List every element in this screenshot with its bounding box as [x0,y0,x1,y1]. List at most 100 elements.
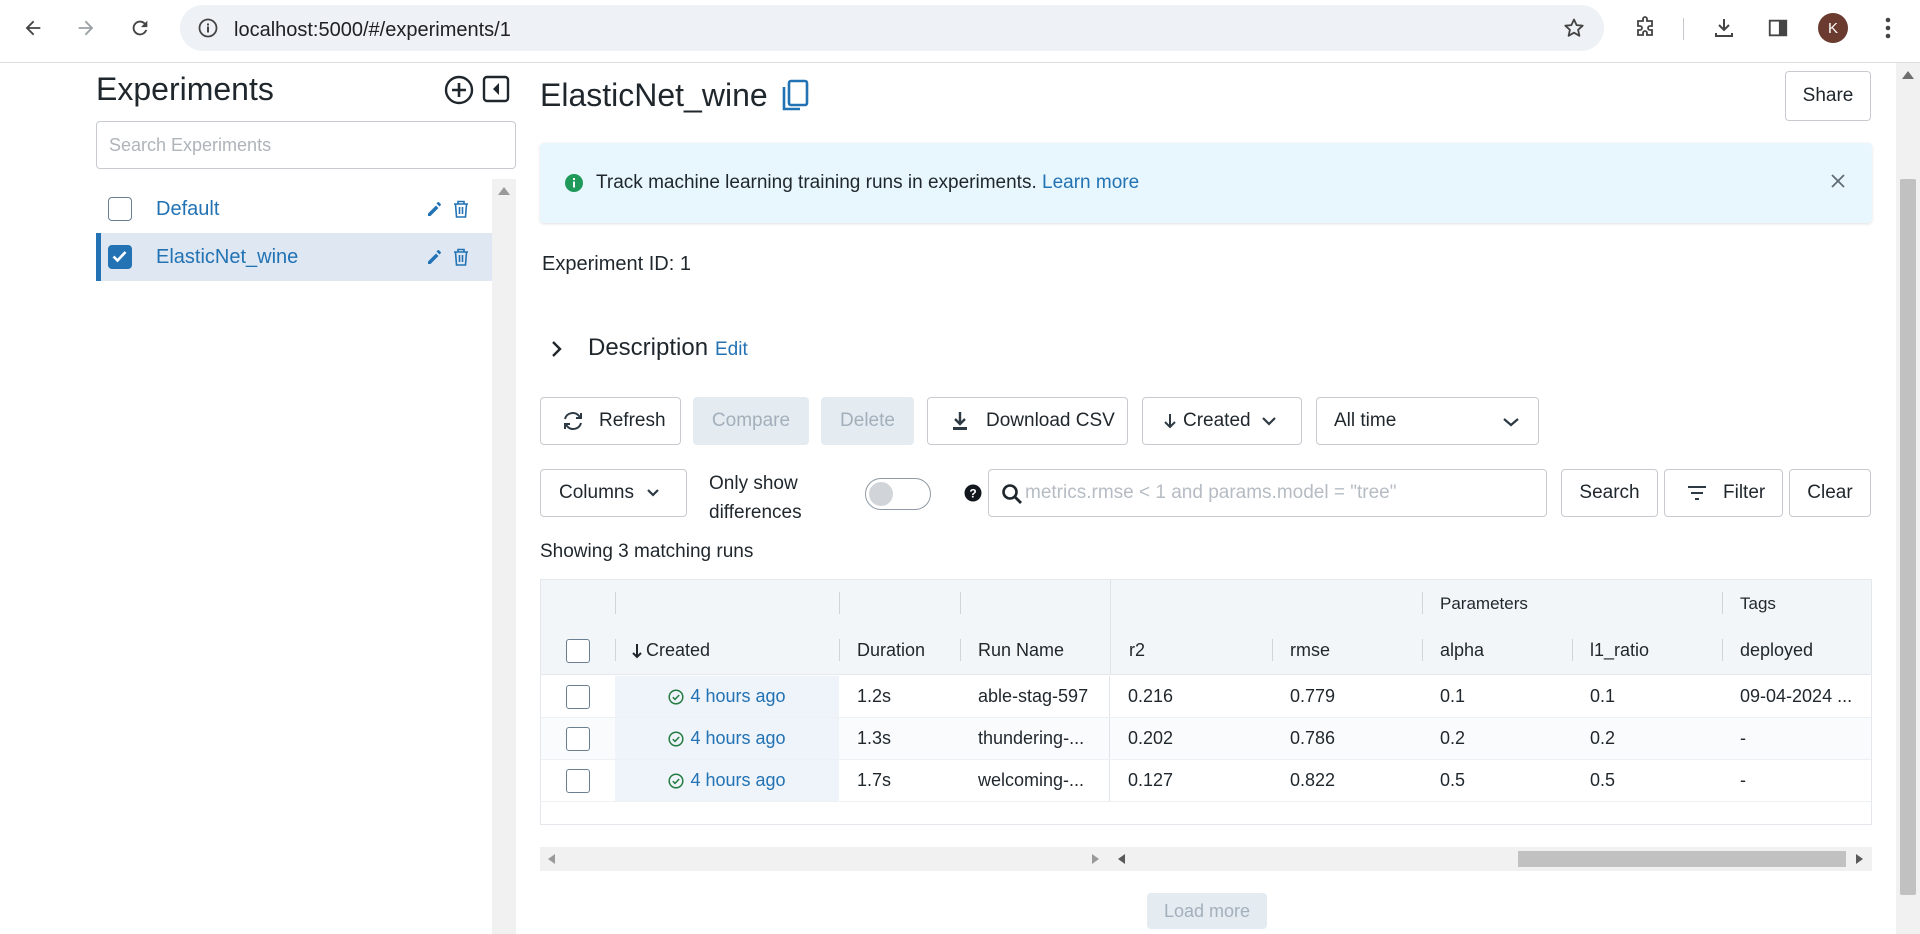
table-horizontal-scrollbar[interactable] [540,847,1872,871]
svg-text:?: ? [969,487,976,501]
column-header-duration[interactable]: Duration [839,627,960,674]
runs-table: Parameters Tags Created Duration Run Nam… [540,579,1872,825]
row-checkbox[interactable] [566,684,590,709]
site-info-icon[interactable] [198,18,218,38]
run-name-cell[interactable]: welcoming-... [960,760,1110,801]
downloads-button[interactable] [1706,10,1742,46]
experiment-checkbox[interactable] [108,197,132,221]
column-header-rmse[interactable]: rmse [1272,627,1422,674]
only-show-differences-line1: Only show [709,473,798,494]
url-text[interactable]: localhost:5000/#/experiments/1 [234,19,511,42]
column-header-created[interactable]: Created [615,627,839,674]
created-link[interactable]: 4 hours ago [690,728,785,749]
trash-icon[interactable] [452,199,470,219]
info-circle-icon [565,174,583,192]
created-link[interactable]: 4 hours ago [690,770,785,791]
scroll-right-arrow-icon[interactable] [1092,854,1099,864]
sort-dropdown[interactable]: Created [1142,397,1302,445]
trash-icon[interactable] [452,247,470,267]
chevron-right-icon[interactable] [550,339,564,359]
add-experiment-icon[interactable] [444,75,474,105]
l1-ratio-cell: 0.5 [1590,770,1616,790]
created-cell[interactable]: 4 hours ago [615,760,839,801]
chevron-down-icon [1261,417,1276,426]
rmse-cell: 0.779 [1290,686,1336,706]
row-checkbox-cell [541,718,615,759]
back-button[interactable] [15,10,51,46]
page-scrollbar[interactable] [1896,63,1920,934]
column-header-alpha[interactable]: alpha [1422,627,1572,674]
row-checkbox[interactable] [566,726,590,751]
compare-button[interactable]: Compare [693,397,809,445]
download-csv-button[interactable]: Download CSV [927,397,1128,445]
scrollbar-thumb[interactable] [1518,851,1846,867]
table-row[interactable]: 4 hours ago 1.3s thundering-... 0.202 0.… [541,718,1871,760]
search-experiments-input[interactable] [96,121,516,169]
scroll-left-arrow-icon[interactable] [1118,854,1125,864]
help-icon[interactable]: ? [964,484,982,502]
side-panel-button[interactable] [1760,10,1796,46]
experiment-name[interactable]: Default [156,198,219,221]
row-checkbox[interactable] [566,768,590,793]
table-row[interactable]: 4 hours ago 1.2s able-stag-597 0.216 0.7… [541,676,1871,718]
search-button[interactable]: Search [1561,469,1658,517]
runs-search-box[interactable] [988,469,1547,517]
table-row[interactable]: 4 hours ago 1.7s welcoming-... 0.127 0.8… [541,760,1871,802]
address-bar[interactable]: localhost:5000/#/experiments/1 [180,5,1604,51]
share-button[interactable]: Share [1785,71,1871,121]
columns-dropdown[interactable]: Columns [540,469,687,517]
table-group-header-row: Parameters Tags [541,580,1871,627]
filter-button[interactable]: Filter [1664,469,1783,517]
parameters-group-header: Parameters [1422,580,1722,627]
pencil-icon[interactable] [426,248,444,266]
scroll-up-arrow-icon[interactable] [1902,71,1914,79]
pencil-icon[interactable] [426,200,444,218]
group-header-cell [615,580,839,627]
description-heading[interactable]: Description [588,334,708,362]
column-header-deployed[interactable]: deployed [1722,627,1870,674]
experiment-checkbox-checked[interactable] [108,245,132,269]
description-edit-link[interactable]: Edit [715,339,748,361]
time-range-select[interactable]: All time [1316,397,1539,445]
copy-icon[interactable] [780,79,810,113]
load-more-button[interactable]: Load more [1147,893,1267,929]
browser-menu-button[interactable] [1870,10,1906,46]
bookmark-star-icon[interactable] [1562,16,1586,40]
experiments-sidebar: Experiments Default ElasticNet_wine [96,63,516,934]
experiment-item-default[interactable]: Default [96,185,492,233]
clear-button[interactable]: Clear [1789,469,1871,517]
created-link[interactable]: 4 hours ago [690,686,785,707]
experiment-name[interactable]: ElasticNet_wine [156,246,298,269]
extensions-button[interactable] [1627,10,1663,46]
more-vertical-icon [1885,17,1891,39]
select-all-checkbox[interactable] [566,638,590,663]
scroll-right-arrow-icon[interactable] [1856,854,1863,864]
run-name-cell[interactable]: thundering-... [960,718,1110,759]
delete-button[interactable]: Delete [821,397,914,445]
deployed-cell: 09-04-2024 ... [1740,686,1853,706]
created-cell[interactable]: 4 hours ago [615,718,839,759]
forward-arrow-icon [78,20,94,36]
forward-button[interactable] [68,10,104,46]
collapse-sidebar-icon[interactable] [482,75,510,103]
created-cell[interactable]: 4 hours ago [615,676,839,717]
reload-button[interactable] [122,10,158,46]
only-show-differences-toggle[interactable] [865,478,931,510]
close-icon[interactable] [1828,171,1848,191]
info-banner: Track machine learning training runs in … [540,143,1872,223]
column-header-run-name[interactable]: Run Name [960,627,1110,674]
scroll-up-arrow-icon[interactable] [498,187,510,195]
scroll-left-arrow-icon[interactable] [548,854,555,864]
sidebar-scrollbar[interactable] [492,179,516,934]
runs-search-input[interactable] [1025,471,1535,515]
run-name-cell[interactable]: able-stag-597 [960,676,1110,717]
alpha-cell: 0.5 [1440,770,1466,790]
learn-more-link[interactable]: Learn more [1042,172,1139,193]
refresh-button[interactable]: Refresh [540,397,681,445]
scrollbar-thumb[interactable] [1900,179,1916,895]
experiment-item-elasticnet-wine[interactable]: ElasticNet_wine [96,233,492,281]
profile-avatar[interactable]: K [1818,13,1848,43]
column-header-l1-ratio[interactable]: l1_ratio [1572,627,1722,674]
duration-cell: 1.3s [857,728,892,748]
column-header-r2[interactable]: r2 [1110,627,1272,674]
